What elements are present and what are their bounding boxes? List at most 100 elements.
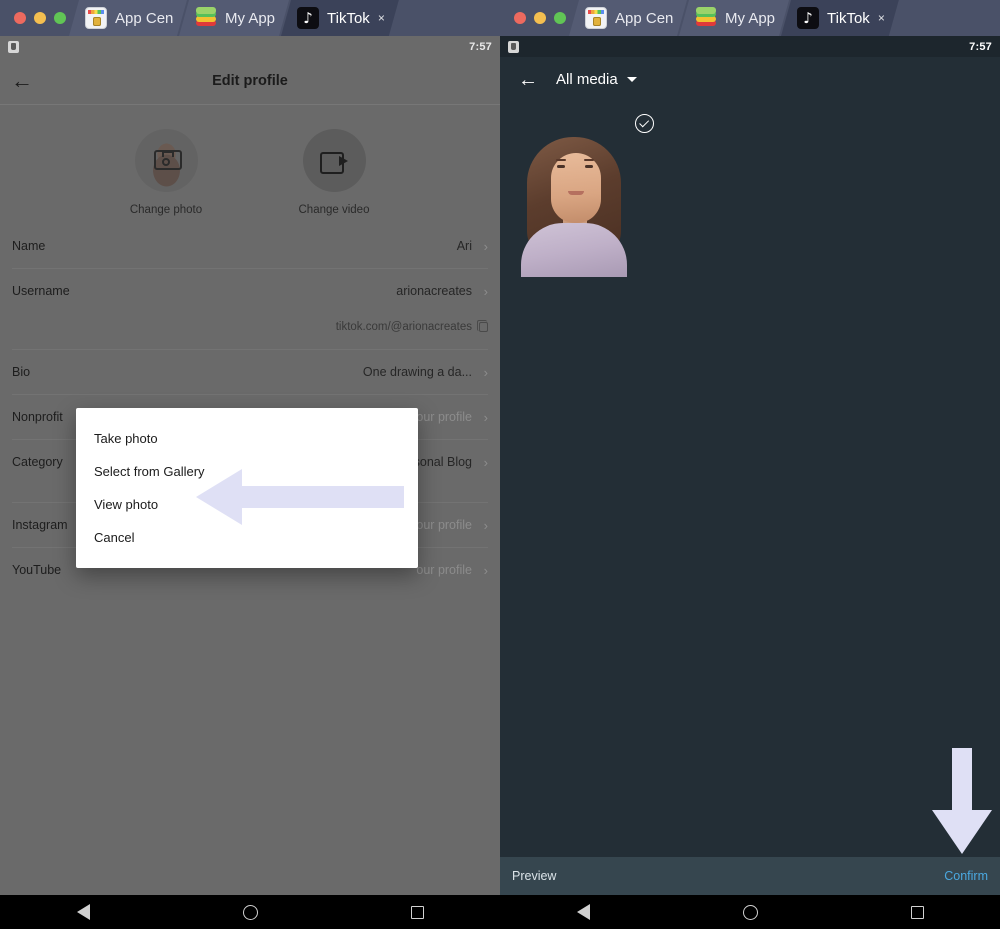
screenshot-root: App Cen My App ♪ TikTok × App Cen My App… <box>0 0 1000 929</box>
dialog-item-select-from-gallery[interactable]: Select from Gallery <box>76 455 418 488</box>
window-maximize-button[interactable] <box>54 12 66 24</box>
dialog-item-cancel[interactable]: Cancel <box>76 521 418 554</box>
notification-icon <box>508 40 519 53</box>
media-thumbnail[interactable] <box>510 107 638 277</box>
change-photo-button[interactable]: Change photo <box>110 129 222 216</box>
nav-recents-icon[interactable] <box>910 905 924 919</box>
android-nav-bar <box>500 895 1000 929</box>
chevron-right-icon: › <box>483 454 488 470</box>
chevron-right-icon: › <box>483 409 488 425</box>
tab-label: My App <box>225 9 276 27</box>
nav-back-icon[interactable] <box>76 904 90 920</box>
field-value: Ari <box>456 239 472 253</box>
status-time: 7:57 <box>469 40 492 53</box>
field-row-bio[interactable]: Bio One drawing a da... › <box>12 354 488 390</box>
window-controls[interactable] <box>500 12 577 36</box>
android-nav-bar <box>0 895 500 929</box>
field-row-username[interactable]: Username arionacreates › <box>12 273 488 309</box>
chevron-right-icon: › <box>483 562 488 578</box>
field-row-name[interactable]: Name Ari › <box>12 228 488 264</box>
window-close-button[interactable] <box>14 12 26 24</box>
tab-label: My App <box>725 9 776 27</box>
field-label: Category <box>12 455 63 469</box>
divider <box>12 394 488 395</box>
window-controls[interactable] <box>0 12 77 36</box>
profile-url-value: tiktok.com/@arionacreates <box>335 321 472 333</box>
field-value: One drawing a da... <box>362 365 472 379</box>
field-label: Username <box>12 284 70 298</box>
window-close-button[interactable] <box>514 12 526 24</box>
tab-my-app[interactable]: My App <box>179 0 289 36</box>
nav-home-icon[interactable] <box>242 904 258 920</box>
right-phone-panel: 7:57 ← All media Preview Confirm <box>500 36 1000 929</box>
gallery-bottom-bar: Preview Confirm <box>500 857 1000 895</box>
video-thumb[interactable] <box>302 129 366 192</box>
left-phone-panel: 7:57 ← Edit profile Change photo Change … <box>0 36 500 929</box>
back-arrow-icon[interactable]: ← <box>518 70 538 90</box>
change-video-button[interactable]: Change video <box>278 129 390 216</box>
portrait-photo <box>519 127 629 277</box>
tab-label: TikTok <box>827 9 870 27</box>
dialog-item-take-photo[interactable]: Take photo <box>76 422 418 455</box>
avatar[interactable] <box>134 129 198 192</box>
field-value: our profile <box>416 563 472 577</box>
dialog-item-view-photo[interactable]: View photo <box>76 488 418 521</box>
profile-media-row: Change photo Change video <box>0 105 500 228</box>
window-minimize-button[interactable] <box>534 12 546 24</box>
tab-label: App Cen <box>115 9 173 27</box>
app-center-icon <box>585 7 607 29</box>
status-bar: 7:57 <box>500 36 1000 57</box>
window-minimize-button[interactable] <box>34 12 46 24</box>
divider <box>12 268 488 269</box>
emulator-tabbar-right: App Cen My App ♪ TikTok × <box>500 0 1000 36</box>
tab-tiktok[interactable]: ♪ TikTok × <box>781 0 899 36</box>
preview-button[interactable]: Preview <box>512 869 556 883</box>
media-filter-dropdown[interactable]: All media <box>556 71 638 89</box>
gallery-header: ← All media <box>500 57 1000 103</box>
status-bar: 7:57 <box>0 36 500 57</box>
emulator-tabbar-left: App Cen My App ♪ TikTok × <box>0 0 500 36</box>
confirm-button[interactable]: Confirm <box>944 869 988 883</box>
field-row-profile-url[interactable]: tiktok.com/@arionacreates <box>12 309 488 345</box>
field-label: Name <box>12 239 46 253</box>
field-label: Instagram <box>12 518 68 532</box>
window-maximize-button[interactable] <box>554 12 566 24</box>
field-value: arionacreates <box>396 284 472 298</box>
tab-my-app[interactable]: My App <box>679 0 789 36</box>
tab-tiktok[interactable]: ♪ TikTok × <box>281 0 399 36</box>
chevron-right-icon: › <box>483 283 488 299</box>
app-center-icon <box>85 7 107 29</box>
photo-options-dialog: Take photo Select from Gallery View phot… <box>76 408 418 568</box>
bluestacks-layers-icon <box>695 7 717 29</box>
field-value: sonal Blog <box>413 455 472 469</box>
field-label: YouTube <box>12 563 62 577</box>
tab-label: TikTok <box>327 9 370 27</box>
annotation-arrow-down <box>932 748 992 854</box>
tab-app-center[interactable]: App Cen <box>69 0 187 36</box>
status-time: 7:57 <box>969 40 992 53</box>
nav-recents-icon[interactable] <box>410 905 424 919</box>
edit-profile-header: ← Edit profile <box>0 57 500 105</box>
tab-close-icon[interactable]: × <box>378 11 385 25</box>
tiktok-icon: ♪ <box>797 7 819 29</box>
media-filter-label: All media <box>556 71 618 88</box>
page-title: Edit profile <box>212 72 288 89</box>
selection-check-icon[interactable] <box>635 114 654 133</box>
change-photo-label: Change photo <box>129 204 203 216</box>
divider <box>12 349 488 350</box>
bluestacks-layers-icon <box>195 7 217 29</box>
tab-app-center[interactable]: App Cen <box>569 0 687 36</box>
tab-close-icon[interactable]: × <box>878 11 885 25</box>
tab-label: App Cen <box>615 9 673 27</box>
chevron-right-icon: › <box>483 364 488 380</box>
camera-icon <box>154 150 182 170</box>
field-label: Nonprofit <box>12 410 63 424</box>
nav-back-icon[interactable] <box>576 904 590 920</box>
chevron-right-icon: › <box>483 238 488 254</box>
field-value: our profile <box>416 518 472 532</box>
field-label: Bio <box>12 365 31 379</box>
copy-icon[interactable] <box>472 320 488 332</box>
nav-home-icon[interactable] <box>742 904 758 920</box>
notification-icon <box>8 40 19 53</box>
tiktok-icon: ♪ <box>297 7 319 29</box>
